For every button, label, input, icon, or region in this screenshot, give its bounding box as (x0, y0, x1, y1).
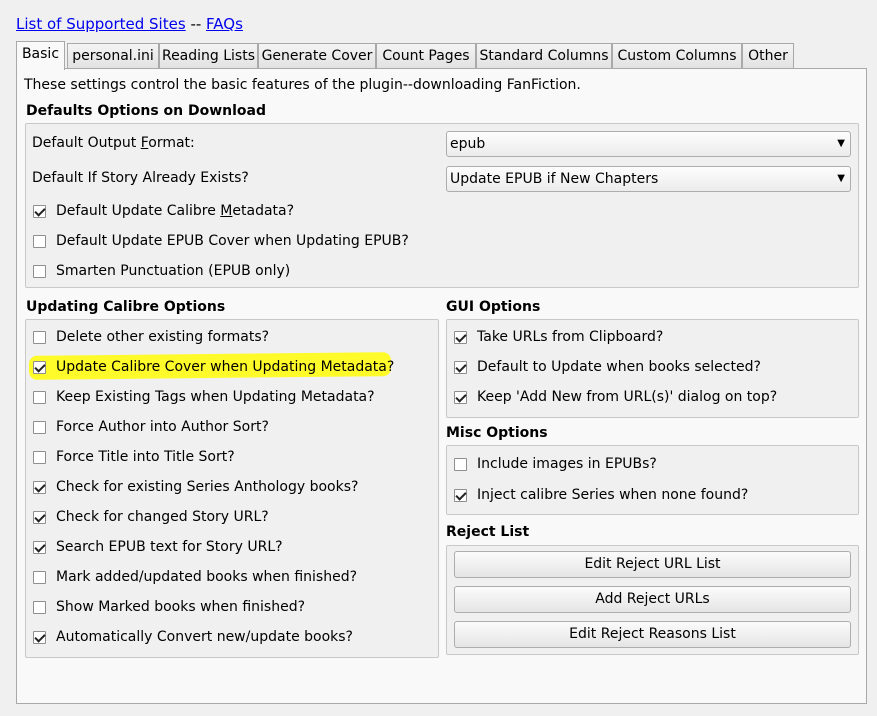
output-format-label: Default Output Format: (32, 135, 195, 151)
tab-count-pages[interactable]: Count Pages (376, 43, 476, 68)
checkbox-box (454, 361, 467, 374)
checkbox-box (33, 361, 46, 374)
misc-option-label-0: Include images in EPUBs? (477, 456, 657, 472)
calibre-option-label-5: Check for existing Series Anthology book… (56, 479, 359, 495)
checkbox-box (33, 235, 46, 248)
misc-option-label-1: Inject calibre Series when none found? (477, 487, 749, 503)
checkbox-box (33, 571, 46, 584)
defaults-heading: Defaults Options on Download (26, 103, 267, 119)
chevron-down-icon: ▼ (837, 173, 845, 184)
checkbox-box (33, 421, 46, 434)
checkbox-box (33, 541, 46, 554)
gui-option-label-2: Keep 'Add New from URL(s)' dialog on top… (477, 389, 778, 405)
checkbox-box (33, 631, 46, 644)
links-separator: -- (190, 15, 202, 33)
calibre-option-label-3: Force Author into Author Sort? (56, 419, 269, 435)
checkbox-box (33, 391, 46, 404)
gui-option-label-0: Take URLs from Clipboard? (477, 329, 664, 345)
calibre-option-label-6: Check for changed Story URL? (56, 509, 269, 525)
add-reject-urls-button[interactable]: Add Reject URLs (454, 586, 851, 613)
reject-list-heading: Reject List (446, 524, 530, 540)
checkbox-box (33, 265, 46, 278)
tab-generate-cover[interactable]: Generate Cover (258, 43, 376, 68)
smarten-punctuation-label: Smarten Punctuation (EPUB only) (56, 263, 291, 279)
tab-personal-ini[interactable]: personal.ini (67, 43, 159, 68)
update-epub-cover-label: Default Update EPUB Cover when Updating … (56, 233, 409, 249)
supported-sites-link[interactable]: List of Supported Sites (16, 15, 186, 33)
panel-description: These settings control the basic feature… (24, 77, 581, 93)
checkbox-box (454, 391, 467, 404)
chevron-down-icon: ▼ (837, 138, 845, 149)
tab-other[interactable]: Other (742, 43, 794, 68)
story-exists-value: Update EPUB if New Chapters (450, 171, 659, 187)
checkbox-box (454, 331, 467, 344)
checkbox-box (33, 205, 46, 218)
window-bottom-edge (0, 708, 877, 716)
gui-option-label-1: Default to Update when books selected? (477, 359, 761, 375)
output-format-value: epub (450, 136, 486, 152)
checkbox-box (33, 331, 46, 344)
gui-options-heading: GUI Options (446, 299, 541, 315)
calibre-option-label-0: Delete other existing formats? (56, 329, 270, 345)
edit-reject-url-list-button[interactable]: Edit Reject URL List (454, 551, 851, 578)
checkbox-box (33, 511, 46, 524)
checkbox-box (33, 601, 46, 614)
tab-basic[interactable]: Basic (16, 41, 65, 70)
update-metadata-label: Default Update Calibre Metadata? (56, 203, 295, 219)
faqs-link[interactable]: FAQs (206, 15, 243, 33)
calibre-option-label-9: Show Marked books when finished? (56, 599, 306, 615)
calibre-option-label-1: Update Calibre Cover when Updating Metad… (56, 359, 395, 375)
checkbox-box (454, 489, 467, 502)
calibre-option-label-8: Mark added/updated books when finished? (56, 569, 358, 585)
tab-standard-columns[interactable]: Standard Columns (476, 43, 612, 68)
help-links: List of Supported Sites -- FAQs (16, 15, 243, 33)
story-exists-select[interactable]: Update EPUB if New Chapters ▼ (446, 166, 851, 192)
checkbox-box (454, 458, 467, 471)
output-format-select[interactable]: epub ▼ (446, 131, 851, 157)
misc-options-heading: Misc Options (446, 425, 548, 441)
checkbox-box (33, 481, 46, 494)
checkbox-box (33, 451, 46, 464)
calibre-option-label-7: Search EPUB text for Story URL? (56, 539, 283, 555)
calibre-option-label-10: Automatically Convert new/update books? (56, 629, 353, 645)
story-exists-label: Default If Story Already Exists? (32, 170, 249, 186)
tab-custom-columns[interactable]: Custom Columns (612, 43, 742, 68)
calibre-option-label-2: Keep Existing Tags when Updating Metadat… (56, 389, 375, 405)
calibre-options-heading: Updating Calibre Options (26, 299, 226, 315)
calibre-option-label-4: Force Title into Title Sort? (56, 449, 235, 465)
tab-reading-lists[interactable]: Reading Lists (159, 43, 258, 68)
edit-reject-reasons-list-button[interactable]: Edit Reject Reasons List (454, 621, 851, 648)
